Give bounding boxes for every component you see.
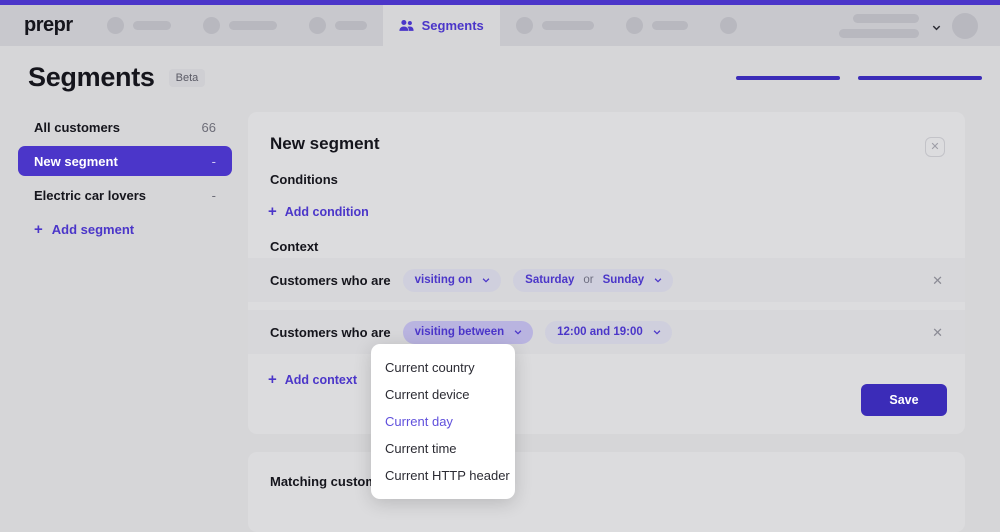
segment-name-title: New segment: [270, 134, 380, 153]
sidebar-item-electric-car-lovers[interactable]: Electric car lovers -: [18, 180, 232, 210]
tab-segments[interactable]: Segments: [382, 5, 500, 46]
header-bar-2[interactable]: [858, 76, 982, 80]
plus-icon: +: [268, 371, 277, 388]
sidebar-item-count: -: [211, 187, 216, 203]
chevron-down-icon: [652, 327, 662, 337]
matching-customers-card: Matching customers: [248, 452, 965, 532]
chevron-down-icon: [653, 275, 663, 285]
people-icon: [399, 19, 414, 32]
menu-item-current-device[interactable]: Current device: [371, 381, 515, 408]
conditions-section-label: Conditions: [270, 172, 338, 187]
avatar[interactable]: [952, 12, 978, 39]
segment-editor-card: New segment ✕ Conditions + Add condition…: [248, 112, 965, 434]
context-value-part-1: 12:00 and 19:00: [557, 326, 643, 338]
sidebar-item-new-segment[interactable]: New segment -: [18, 146, 232, 176]
context-row-1: Customers who are visiting on Saturday o…: [248, 258, 965, 302]
menu-item-current-time[interactable]: Current time: [371, 435, 515, 462]
nav-item-placeholder-2[interactable]: [187, 5, 293, 46]
context-row-prefix: Customers who are: [270, 272, 391, 288]
header-bar-1[interactable]: [736, 76, 840, 80]
close-icon[interactable]: ✕: [925, 137, 945, 157]
add-context-label: Add context: [284, 372, 357, 387]
tab-segments-label: Segments: [421, 18, 484, 33]
menu-item-current-country[interactable]: Current country: [371, 354, 515, 381]
chevron-down-icon: [513, 327, 523, 337]
account-menu[interactable]: [839, 5, 1000, 46]
context-value-part-2: Sunday: [602, 274, 645, 286]
nav-placeholder-icon: [515, 17, 533, 34]
context-value-part-1: Saturday: [525, 274, 575, 286]
context-type-dropdown-menu: Current country Current device Current d…: [371, 344, 515, 499]
app-logo[interactable]: prepr: [0, 5, 91, 46]
nav-item-placeholder-3[interactable]: [293, 5, 383, 46]
nav-item-placeholder-4[interactable]: [500, 5, 610, 46]
add-segment-label: Add segment: [51, 222, 135, 237]
context-section-label: Context: [270, 239, 319, 254]
plus-icon: +: [268, 203, 277, 220]
nav-placeholder-label: [651, 21, 688, 30]
chevron-down-icon[interactable]: [931, 20, 942, 31]
nav-placeholder-label: [132, 21, 171, 30]
context-type-dropdown-1[interactable]: visiting on: [402, 268, 502, 292]
nav-item-placeholder-1[interactable]: [91, 5, 187, 46]
header-action-placeholders: [736, 76, 982, 80]
nav-placeholder-icon: [106, 17, 124, 34]
beta-badge: Beta: [168, 68, 206, 87]
context-type-label: visiting between: [414, 326, 505, 338]
nav-item-placeholder-5[interactable]: [610, 5, 704, 46]
context-value-conjunction: or: [583, 274, 594, 286]
page-title: Segments: [28, 62, 155, 92]
save-button[interactable]: Save: [861, 384, 947, 416]
nav-placeholder-label: [541, 21, 594, 30]
sidebar-item-label: Electric car lovers: [34, 187, 147, 203]
sidebar-item-count: 66: [201, 119, 216, 135]
context-row-2: Customers who are visiting between 12:00…: [248, 310, 965, 354]
top-navigation-bar: prepr Segments: [0, 5, 1000, 46]
nav-placeholder-icon: [625, 17, 643, 34]
menu-item-current-http-header[interactable]: Current HTTP header: [371, 462, 515, 489]
sidebar-item-all-customers[interactable]: All customers 66: [18, 112, 232, 142]
app-logo-text: prepr: [24, 14, 73, 36]
context-type-dropdown-2[interactable]: visiting between: [402, 320, 534, 344]
remove-context-row-2[interactable]: ✕: [932, 326, 943, 339]
add-context-button[interactable]: + Add context: [268, 372, 357, 387]
nav-placeholder-icon: [308, 17, 326, 34]
context-value-dropdown-2[interactable]: 12:00 and 19:00: [545, 320, 672, 344]
sidebar-item-label: All customers: [34, 119, 120, 135]
add-condition-button[interactable]: + Add condition: [268, 204, 369, 219]
plus-icon: +: [34, 221, 43, 238]
account-line-2: [839, 28, 919, 38]
nav-placeholder-label: [334, 21, 367, 30]
context-value-dropdown-1[interactable]: Saturday or Sunday: [513, 268, 674, 292]
sidebar-item-label: New segment: [34, 153, 118, 169]
context-row-prefix: Customers who are: [270, 324, 391, 340]
add-condition-label: Add condition: [284, 204, 369, 219]
context-type-label: visiting on: [414, 274, 473, 286]
page-header: Segments Beta: [28, 62, 206, 93]
account-placeholder-lines: [839, 13, 919, 38]
add-segment-button[interactable]: + Add segment: [18, 214, 232, 237]
sidebar-item-count: -: [211, 153, 216, 169]
chevron-down-icon: [481, 275, 491, 285]
nav-placeholder-label: [228, 21, 277, 30]
nav-placeholder-icon: [719, 17, 737, 34]
nav-placeholder-icon: [202, 17, 220, 34]
menu-item-current-day[interactable]: Current day: [371, 408, 515, 435]
remove-context-row-1[interactable]: ✕: [932, 274, 943, 287]
segments-sidebar: All customers 66 New segment - Electric …: [18, 112, 232, 237]
nav-item-placeholder-6[interactable]: [704, 5, 753, 46]
account-line-1: [853, 13, 919, 23]
